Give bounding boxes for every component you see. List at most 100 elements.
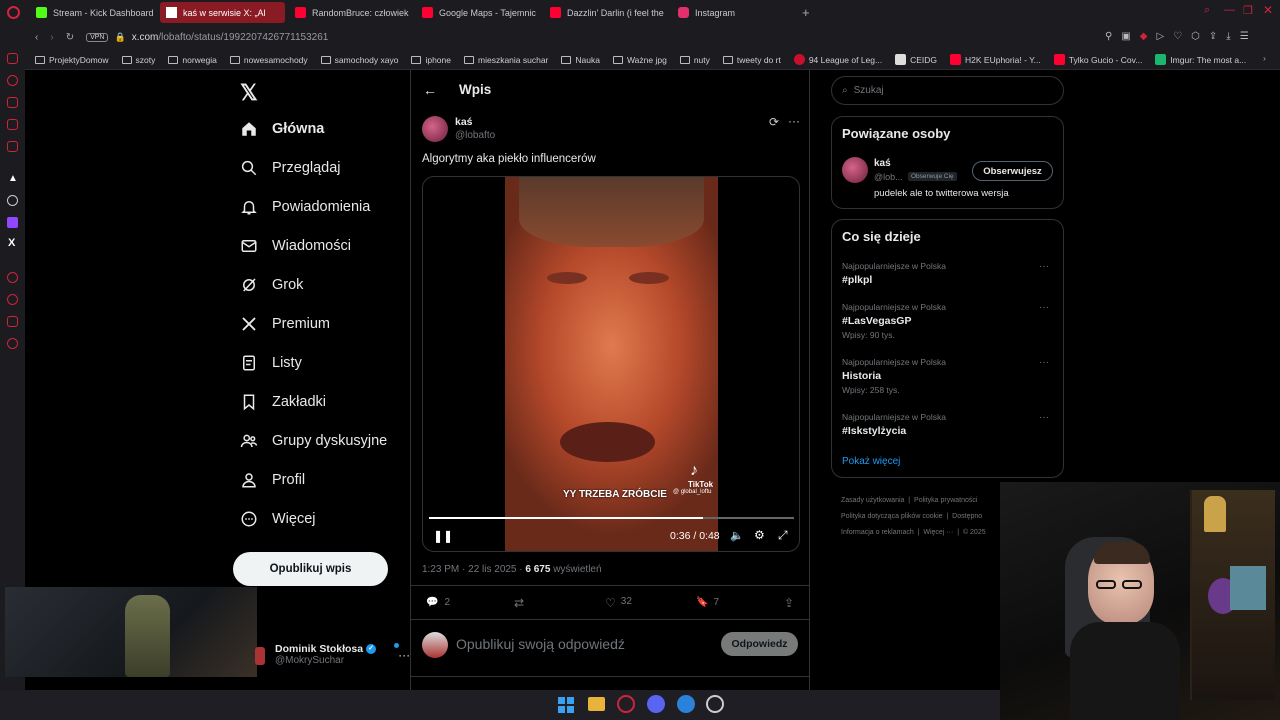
sidebar-icon[interactable] (7, 97, 18, 108)
footer-link[interactable]: Zasady użytkowania (841, 497, 904, 504)
bookmark-folder[interactable]: nowesamochody (229, 55, 308, 65)
grok-analyze-icon[interactable]: ⟳ (769, 115, 779, 129)
trend-more-icon[interactable]: ··· (1039, 261, 1049, 272)
bookmark-folder[interactable]: samochody xayo (320, 55, 398, 65)
trend-item[interactable]: Najpopularniejsze w Polska Historia Wpis… (842, 357, 1057, 395)
bookmark-link[interactable]: 94 League of Leg... (793, 54, 882, 65)
account-switcher[interactable]: Dominik Stokłosa ✓ @MokrySuchar ··· (255, 643, 410, 666)
bookmark-folder[interactable]: tweety do rt (722, 55, 781, 65)
nav-premium[interactable]: Premium (240, 315, 330, 333)
vpn-badge[interactable]: VPN (86, 33, 109, 42)
nav-more[interactable]: Więcej (240, 510, 316, 528)
nav-notifications[interactable]: Powiadomienia (240, 198, 370, 216)
sidebar-icon[interactable] (7, 316, 18, 327)
related-avatar[interactable] (842, 157, 868, 183)
tab-youtube-maps[interactable]: Google Maps - Tajemnic (416, 2, 536, 23)
windows-start-icon[interactable] (558, 697, 574, 713)
like-action[interactable]: ♡ 32 (605, 596, 632, 610)
extensions-icon[interactable]: ⬡ (1191, 31, 1200, 42)
fullscreen-icon[interactable]: ⤢ (778, 528, 788, 543)
tab-x-post[interactable]: kaś w serwisie X: „Al (160, 2, 285, 23)
nav-profile[interactable]: Profil (240, 471, 305, 489)
app-icon[interactable] (706, 695, 724, 713)
close-window-icon[interactable]: ✕ (1263, 3, 1273, 17)
bookmark-folder[interactable]: Ważne jpg (612, 55, 667, 65)
file-explorer-icon[interactable] (588, 697, 605, 711)
bookmark-folder[interactable]: iphone (411, 55, 451, 65)
trend-more-icon[interactable]: ··· (1039, 357, 1049, 368)
x-sidebar-icon[interactable]: X (8, 237, 15, 249)
volume-icon[interactable]: 🔈 (730, 529, 744, 542)
nav-bookmarks[interactable]: Zakładki (240, 393, 326, 411)
bookmark-folder[interactable]: ProjektyDomow (35, 55, 109, 65)
sidebar-icon[interactable] (7, 75, 18, 86)
more-icon[interactable]: ··· (398, 648, 410, 662)
trend-item[interactable]: Najpopularniejsze w Polska #LasVegasGP W… (842, 302, 1057, 340)
related-name[interactable]: kaś (874, 158, 891, 169)
footer-link[interactable]: Dostępno (952, 513, 982, 520)
bookmark-link[interactable]: H2K EUphoria! - Y... (950, 54, 1041, 65)
url-host[interactable]: x.com (132, 32, 159, 43)
heart-icon[interactable]: ♡ (1173, 31, 1182, 42)
footer-link[interactable]: Więcej ··· (923, 529, 953, 536)
sidebar-icon[interactable] (7, 272, 18, 283)
tab-youtube-randombruce[interactable]: RandomBruce: człowiek (289, 2, 409, 23)
sidebar-icon[interactable] (7, 119, 18, 130)
tab-instagram[interactable]: Instagram (672, 2, 792, 23)
snapshot-icon[interactable]: ▣ (1121, 31, 1130, 42)
sidebar-icon[interactable] (7, 141, 18, 152)
settings-gear-icon[interactable]: ⚙ (754, 528, 765, 542)
play-icon[interactable]: ▷ (1156, 31, 1164, 42)
bookmarks-more-icon[interactable]: › (1263, 53, 1266, 63)
bookmark-folder[interactable]: szoty (121, 55, 155, 65)
x-logo-icon[interactable]: 𝕏 (240, 80, 258, 106)
history-icon[interactable] (7, 294, 18, 305)
trend-item[interactable]: Najpopularniejsze w Polska #plkpl ··· (842, 261, 1057, 286)
tab-kick[interactable]: Stream - Kick Dashboard (30, 2, 155, 23)
bookmark-folder[interactable]: nuty (679, 55, 710, 65)
trend-more-icon[interactable]: ··· (1039, 412, 1049, 423)
pocket-icon[interactable]: ◆ (1140, 31, 1148, 42)
reload-icon[interactable]: ↻ (66, 32, 74, 43)
sidebar-icon[interactable] (7, 53, 18, 64)
pin-icon[interactable]: ⚲ (1105, 31, 1112, 42)
opera-taskbar-icon[interactable] (617, 695, 635, 713)
search-input[interactable]: ⌕ Szukaj (831, 76, 1064, 105)
footer-link[interactable]: Polityka dotycząca plików cookie (841, 513, 943, 520)
show-more-link[interactable]: Pokaż więcej (842, 456, 900, 467)
related-handle[interactable]: @lob... (874, 172, 903, 182)
following-button[interactable]: Obserwujesz (972, 161, 1053, 181)
back-icon[interactable]: ‹ (35, 32, 38, 43)
opera-logo-icon[interactable] (7, 6, 20, 19)
footer-link[interactable]: Polityka prywatności (914, 497, 977, 504)
repost-action[interactable]: ⇄ (514, 596, 524, 610)
video-player[interactable]: ♪ TikTok @ global_loftu YY TRZEBA ZRÓBCI… (422, 176, 800, 552)
settings-icon[interactable] (7, 338, 18, 349)
bookmark-folder[interactable]: norwegia (168, 55, 217, 65)
bookmark-link[interactable]: CEIDG (895, 54, 937, 65)
back-arrow-icon[interactable]: ← (423, 82, 437, 98)
bookmark-folder[interactable]: mieszkania suchar (464, 55, 548, 65)
bookmark-link[interactable]: Imgur: The most a... (1155, 54, 1246, 65)
bookmark-action[interactable]: 🔖 7 (696, 597, 719, 608)
messenger-icon[interactable] (677, 695, 695, 713)
author-avatar[interactable] (422, 116, 448, 142)
menu-icon[interactable]: ☰ (1240, 31, 1249, 42)
minimize-icon[interactable]: — (1224, 4, 1235, 16)
reply-input[interactable]: Opublikuj swoją odpowiedź (456, 636, 625, 652)
nav-lists[interactable]: Listy (240, 354, 302, 372)
download-icon[interactable]: ⤓ (1226, 31, 1230, 42)
bookmark-link[interactable]: Tylko Gucio - Cov... (1053, 54, 1142, 65)
trend-item[interactable]: Najpopularniejsze w Polska #Iskstylżycia… (842, 412, 1057, 437)
nav-explore[interactable]: Przeglądaj (240, 159, 341, 177)
new-tab-button[interactable]: + (802, 5, 810, 20)
reply-action[interactable]: 💬 2 (426, 597, 450, 608)
share-icon[interactable]: ⇪ (1209, 31, 1217, 42)
search-tabs-icon[interactable]: ⌕ (1204, 4, 1210, 17)
bookmark-folder[interactable]: Nauka (561, 55, 600, 65)
chatgpt-icon[interactable] (7, 195, 18, 206)
sidebar-app-icon[interactable]: ▲ (8, 173, 18, 184)
author-name[interactable]: kaś (455, 116, 473, 128)
url-path[interactable]: /lobafto/status/1992207426771153261 (158, 32, 328, 43)
maximize-icon[interactable]: ❐ (1243, 4, 1253, 17)
